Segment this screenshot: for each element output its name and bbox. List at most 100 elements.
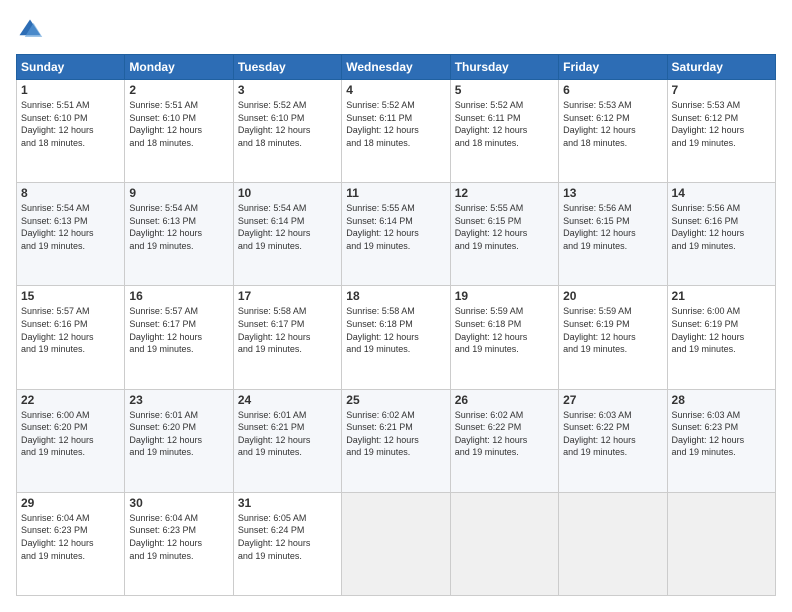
calendar-cell: 24Sunrise: 6:01 AMSunset: 6:21 PMDayligh… bbox=[233, 389, 341, 492]
logo-icon bbox=[16, 16, 44, 44]
day-number: 14 bbox=[672, 186, 771, 200]
calendar-cell bbox=[342, 492, 450, 595]
calendar-cell: 7 Sunrise: 5:53 AMSunset: 6:12 PMDaylight… bbox=[667, 80, 775, 183]
day-number: 8 bbox=[21, 186, 120, 200]
weekday-header-sunday: Sunday bbox=[17, 55, 125, 80]
calendar-cell: 31 Sunrise: 6:05 AMSunset: 6:24 PMDayligh… bbox=[233, 492, 341, 595]
calendar-cell: 11 Sunrise: 5:55 AMSunset: 6:14 PMDayligh… bbox=[342, 183, 450, 286]
day-info: Sunrise: 5:56 AMSunset: 6:15 PMDaylight:… bbox=[563, 202, 662, 252]
calendar-cell: 27 Sunrise: 6:03 AMSunset: 6:22 PMDayligh… bbox=[559, 389, 667, 492]
day-number: 7 bbox=[672, 83, 771, 97]
day-number: 16 bbox=[129, 289, 228, 303]
day-number: 3 bbox=[238, 83, 337, 97]
day-info: Sunrise: 5:58 AMSunset: 6:18 PMDaylight:… bbox=[346, 305, 445, 355]
calendar-cell: 26Sunrise: 6:02 AMSunset: 6:22 PMDayligh… bbox=[450, 389, 558, 492]
calendar-cell: 5 Sunrise: 5:52 AMSunset: 6:11 PMDaylight… bbox=[450, 80, 558, 183]
weekday-header-wednesday: Wednesday bbox=[342, 55, 450, 80]
day-info: Sunrise: 5:55 AMSunset: 6:15 PMDaylight:… bbox=[455, 202, 554, 252]
logo bbox=[16, 16, 48, 44]
calendar-cell bbox=[667, 492, 775, 595]
day-number: 9 bbox=[129, 186, 228, 200]
day-number: 13 bbox=[563, 186, 662, 200]
day-info: Sunrise: 5:52 AMSunset: 6:11 PMDaylight:… bbox=[455, 99, 554, 149]
calendar-cell: 2Sunrise: 5:51 AMSunset: 6:10 PMDaylight… bbox=[125, 80, 233, 183]
calendar-cell: 23Sunrise: 6:01 AMSunset: 6:20 PMDayligh… bbox=[125, 389, 233, 492]
day-info: Sunrise: 5:53 AMSunset: 6:12 PMDaylight:… bbox=[672, 99, 771, 149]
day-number: 2 bbox=[129, 83, 228, 97]
calendar-cell: 18 Sunrise: 5:58 AMSunset: 6:18 PMDayligh… bbox=[342, 286, 450, 389]
day-info: Sunrise: 6:00 AMSunset: 6:20 PMDaylight:… bbox=[21, 409, 120, 459]
calendar-cell: 30 Sunrise: 6:04 AMSunset: 6:23 PMDayligh… bbox=[125, 492, 233, 595]
day-number: 12 bbox=[455, 186, 554, 200]
day-number: 11 bbox=[346, 186, 445, 200]
calendar-cell: 9 Sunrise: 5:54 AMSunset: 6:13 PMDaylight… bbox=[125, 183, 233, 286]
day-number: 20 bbox=[563, 289, 662, 303]
day-number: 25 bbox=[346, 393, 445, 407]
day-number: 1 bbox=[21, 83, 120, 97]
day-info: Sunrise: 5:52 AMSunset: 6:10 PMDaylight:… bbox=[238, 99, 337, 149]
calendar-cell: 4Sunrise: 5:52 AMSunset: 6:11 PMDaylight… bbox=[342, 80, 450, 183]
day-number: 28 bbox=[672, 393, 771, 407]
day-info: Sunrise: 6:01 AMSunset: 6:20 PMDaylight:… bbox=[129, 409, 228, 459]
calendar-cell: 10 Sunrise: 5:54 AMSunset: 6:14 PMDayligh… bbox=[233, 183, 341, 286]
calendar-cell: 22 Sunrise: 6:00 AMSunset: 6:20 PMDayligh… bbox=[17, 389, 125, 492]
calendar-cell: 15 Sunrise: 5:57 AMSunset: 6:16 PMDayligh… bbox=[17, 286, 125, 389]
calendar-cell: 25Sunrise: 6:02 AMSunset: 6:21 PMDayligh… bbox=[342, 389, 450, 492]
calendar-cell: 29 Sunrise: 6:04 AMSunset: 6:23 PMDayligh… bbox=[17, 492, 125, 595]
day-number: 27 bbox=[563, 393, 662, 407]
calendar-week-2: 8 Sunrise: 5:54 AMSunset: 6:13 PMDaylight… bbox=[17, 183, 776, 286]
calendar-cell: 20 Sunrise: 5:59 AMSunset: 6:19 PMDayligh… bbox=[559, 286, 667, 389]
day-number: 5 bbox=[455, 83, 554, 97]
day-number: 31 bbox=[238, 496, 337, 510]
day-info: Sunrise: 5:59 AMSunset: 6:18 PMDaylight:… bbox=[455, 305, 554, 355]
calendar-cell: 1 Sunrise: 5:51 AMSunset: 6:10 PMDaylight… bbox=[17, 80, 125, 183]
calendar-week-1: 1 Sunrise: 5:51 AMSunset: 6:10 PMDaylight… bbox=[17, 80, 776, 183]
day-info: Sunrise: 6:00 AMSunset: 6:19 PMDaylight:… bbox=[672, 305, 771, 355]
day-number: 6 bbox=[563, 83, 662, 97]
day-info: Sunrise: 5:54 AMSunset: 6:13 PMDaylight:… bbox=[21, 202, 120, 252]
day-info: Sunrise: 5:54 AMSunset: 6:14 PMDaylight:… bbox=[238, 202, 337, 252]
calendar-week-3: 15 Sunrise: 5:57 AMSunset: 6:16 PMDayligh… bbox=[17, 286, 776, 389]
day-info: Sunrise: 6:03 AMSunset: 6:23 PMDaylight:… bbox=[672, 409, 771, 459]
calendar-week-5: 29 Sunrise: 6:04 AMSunset: 6:23 PMDayligh… bbox=[17, 492, 776, 595]
day-number: 15 bbox=[21, 289, 120, 303]
calendar-week-4: 22 Sunrise: 6:00 AMSunset: 6:20 PMDayligh… bbox=[17, 389, 776, 492]
header bbox=[16, 16, 776, 44]
weekday-header-thursday: Thursday bbox=[450, 55, 558, 80]
day-info: Sunrise: 5:51 AMSunset: 6:10 PMDaylight:… bbox=[21, 99, 120, 149]
calendar-cell: 28 Sunrise: 6:03 AMSunset: 6:23 PMDayligh… bbox=[667, 389, 775, 492]
weekday-header-tuesday: Tuesday bbox=[233, 55, 341, 80]
weekday-header-monday: Monday bbox=[125, 55, 233, 80]
day-number: 18 bbox=[346, 289, 445, 303]
day-number: 4 bbox=[346, 83, 445, 97]
calendar-cell: 17Sunrise: 5:58 AMSunset: 6:17 PMDayligh… bbox=[233, 286, 341, 389]
calendar-cell: 19Sunrise: 5:59 AMSunset: 6:18 PMDayligh… bbox=[450, 286, 558, 389]
day-info: Sunrise: 5:57 AMSunset: 6:17 PMDaylight:… bbox=[129, 305, 228, 355]
day-info: Sunrise: 5:59 AMSunset: 6:19 PMDaylight:… bbox=[563, 305, 662, 355]
day-number: 30 bbox=[129, 496, 228, 510]
day-info: Sunrise: 5:55 AMSunset: 6:14 PMDaylight:… bbox=[346, 202, 445, 252]
day-number: 29 bbox=[21, 496, 120, 510]
day-number: 22 bbox=[21, 393, 120, 407]
day-number: 24 bbox=[238, 393, 337, 407]
day-info: Sunrise: 5:57 AMSunset: 6:16 PMDaylight:… bbox=[21, 305, 120, 355]
page: SundayMondayTuesdayWednesdayThursdayFrid… bbox=[0, 0, 792, 612]
calendar-cell: 13 Sunrise: 5:56 AMSunset: 6:15 PMDayligh… bbox=[559, 183, 667, 286]
day-info: Sunrise: 6:05 AMSunset: 6:24 PMDaylight:… bbox=[238, 512, 337, 562]
calendar-cell: 14 Sunrise: 5:56 AMSunset: 6:16 PMDayligh… bbox=[667, 183, 775, 286]
day-number: 10 bbox=[238, 186, 337, 200]
day-info: Sunrise: 5:56 AMSunset: 6:16 PMDaylight:… bbox=[672, 202, 771, 252]
day-info: Sunrise: 6:04 AMSunset: 6:23 PMDaylight:… bbox=[129, 512, 228, 562]
calendar-header-row: SundayMondayTuesdayWednesdayThursdayFrid… bbox=[17, 55, 776, 80]
calendar-cell: 3 Sunrise: 5:52 AMSunset: 6:10 PMDaylight… bbox=[233, 80, 341, 183]
weekday-header-friday: Friday bbox=[559, 55, 667, 80]
day-info: Sunrise: 6:04 AMSunset: 6:23 PMDaylight:… bbox=[21, 512, 120, 562]
calendar-cell: 8 Sunrise: 5:54 AMSunset: 6:13 PMDaylight… bbox=[17, 183, 125, 286]
calendar-table: SundayMondayTuesdayWednesdayThursdayFrid… bbox=[16, 54, 776, 596]
calendar-cell: 6 Sunrise: 5:53 AMSunset: 6:12 PMDaylight… bbox=[559, 80, 667, 183]
day-info: Sunrise: 5:54 AMSunset: 6:13 PMDaylight:… bbox=[129, 202, 228, 252]
day-info: Sunrise: 6:03 AMSunset: 6:22 PMDaylight:… bbox=[563, 409, 662, 459]
day-info: Sunrise: 5:53 AMSunset: 6:12 PMDaylight:… bbox=[563, 99, 662, 149]
day-number: 17 bbox=[238, 289, 337, 303]
day-number: 21 bbox=[672, 289, 771, 303]
